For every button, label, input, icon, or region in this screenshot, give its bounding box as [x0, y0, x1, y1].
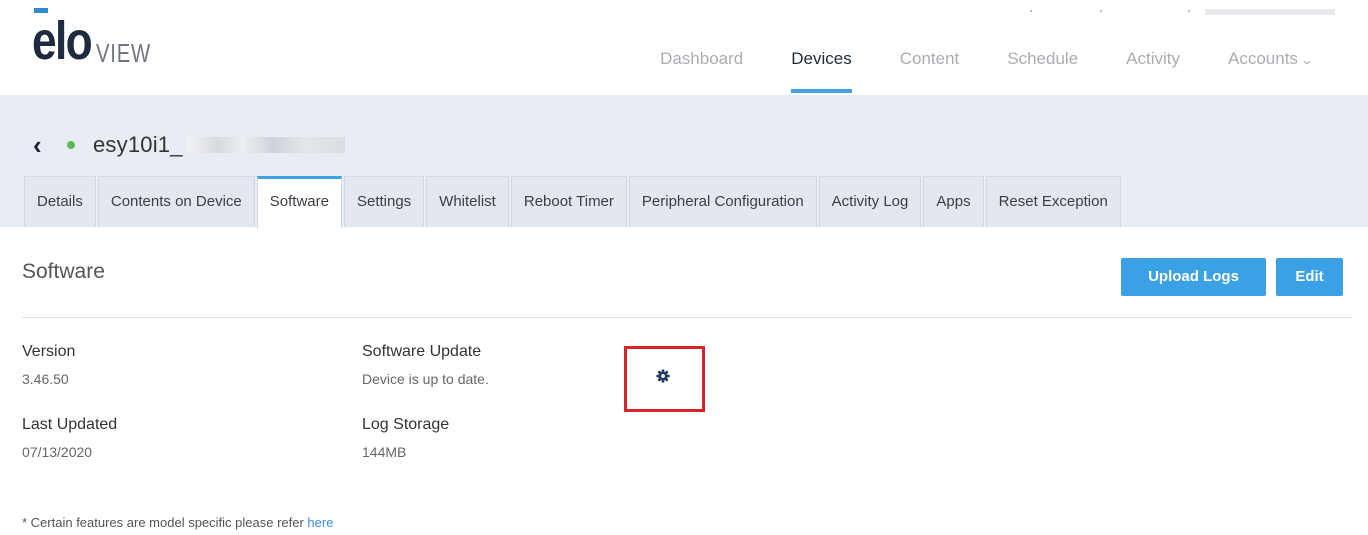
section-title: Software [22, 260, 105, 283]
footnote-here-link[interactable]: here [307, 515, 333, 530]
last-updated-label: Last Updated [22, 416, 118, 433]
tab-details[interactable]: Details [24, 176, 96, 227]
gear-icon[interactable] [656, 369, 670, 383]
nav-schedule[interactable]: Schedule [983, 47, 1102, 93]
logo-main-text: elo [32, 11, 93, 71]
nav-accounts-label: Accounts [1228, 49, 1298, 68]
software-update-value: Device is up to date. [362, 371, 489, 387]
device-tabs: Details Contents on Device Software Sett… [24, 176, 1123, 228]
tab-activity-log[interactable]: Activity Log [818, 176, 922, 227]
footnote-text: * Certain features are model specific pl… [22, 515, 308, 530]
logo-sub-text: VIEW [96, 38, 151, 68]
nav-accounts[interactable]: Accounts ⌄ [1204, 47, 1336, 93]
log-storage-value: 144MB [362, 444, 407, 460]
tab-reboot-timer[interactable]: Reboot Timer [510, 176, 627, 227]
tab-reset-exception[interactable]: Reset Exception [985, 176, 1121, 227]
version-label: Version [22, 343, 76, 360]
software-update-label: Software Update [362, 343, 482, 360]
footnote: * Certain features are model specific pl… [22, 515, 333, 530]
edit-button[interactable]: Edit [1276, 258, 1343, 296]
nav-content-label: Content [899, 49, 960, 68]
tab-contents-on-device[interactable]: Contents on Device [97, 176, 255, 227]
tab-peripheral-configuration[interactable]: Peripheral Configuration [628, 176, 817, 227]
upload-logs-button[interactable]: Upload Logs [1121, 258, 1266, 296]
top-navbar: elo VIEW Dashboard Devices Content Sched… [0, 0, 1368, 95]
tab-settings[interactable]: Settings [343, 176, 425, 227]
device-title: ‹ esy10i1_ [33, 131, 345, 159]
device-name: esy10i1_ [93, 132, 183, 157]
nav-dashboard[interactable]: Dashboard [636, 47, 767, 93]
section-divider [22, 317, 1352, 318]
main-nav: Dashboard Devices Content Schedule Activ… [636, 47, 1336, 93]
chevron-left-icon[interactable]: ‹ [33, 132, 53, 158]
elo-view-logo[interactable]: elo VIEW [32, 8, 166, 68]
chevron-down-icon: ⌄ [1299, 53, 1315, 67]
online-status-dot [67, 141, 75, 149]
user-info-redacted [1000, 8, 1350, 16]
nav-devices-label: Devices [791, 49, 852, 68]
nav-activity-label: Activity [1126, 49, 1180, 68]
nav-schedule-label: Schedule [1007, 49, 1079, 68]
last-updated-value: 07/13/2020 [22, 444, 93, 460]
tab-apps[interactable]: Apps [923, 176, 984, 227]
nav-dashboard-label: Dashboard [660, 49, 744, 68]
log-storage-label: Log Storage [362, 416, 450, 433]
nav-activity[interactable]: Activity [1102, 47, 1204, 93]
tab-software[interactable]: Software [256, 176, 342, 228]
nav-devices[interactable]: Devices [767, 47, 875, 93]
tab-whitelist[interactable]: Whitelist [426, 176, 509, 227]
version-value: 3.46.50 [22, 371, 69, 387]
nav-content[interactable]: Content [876, 47, 984, 93]
device-name-redacted [186, 137, 345, 153]
